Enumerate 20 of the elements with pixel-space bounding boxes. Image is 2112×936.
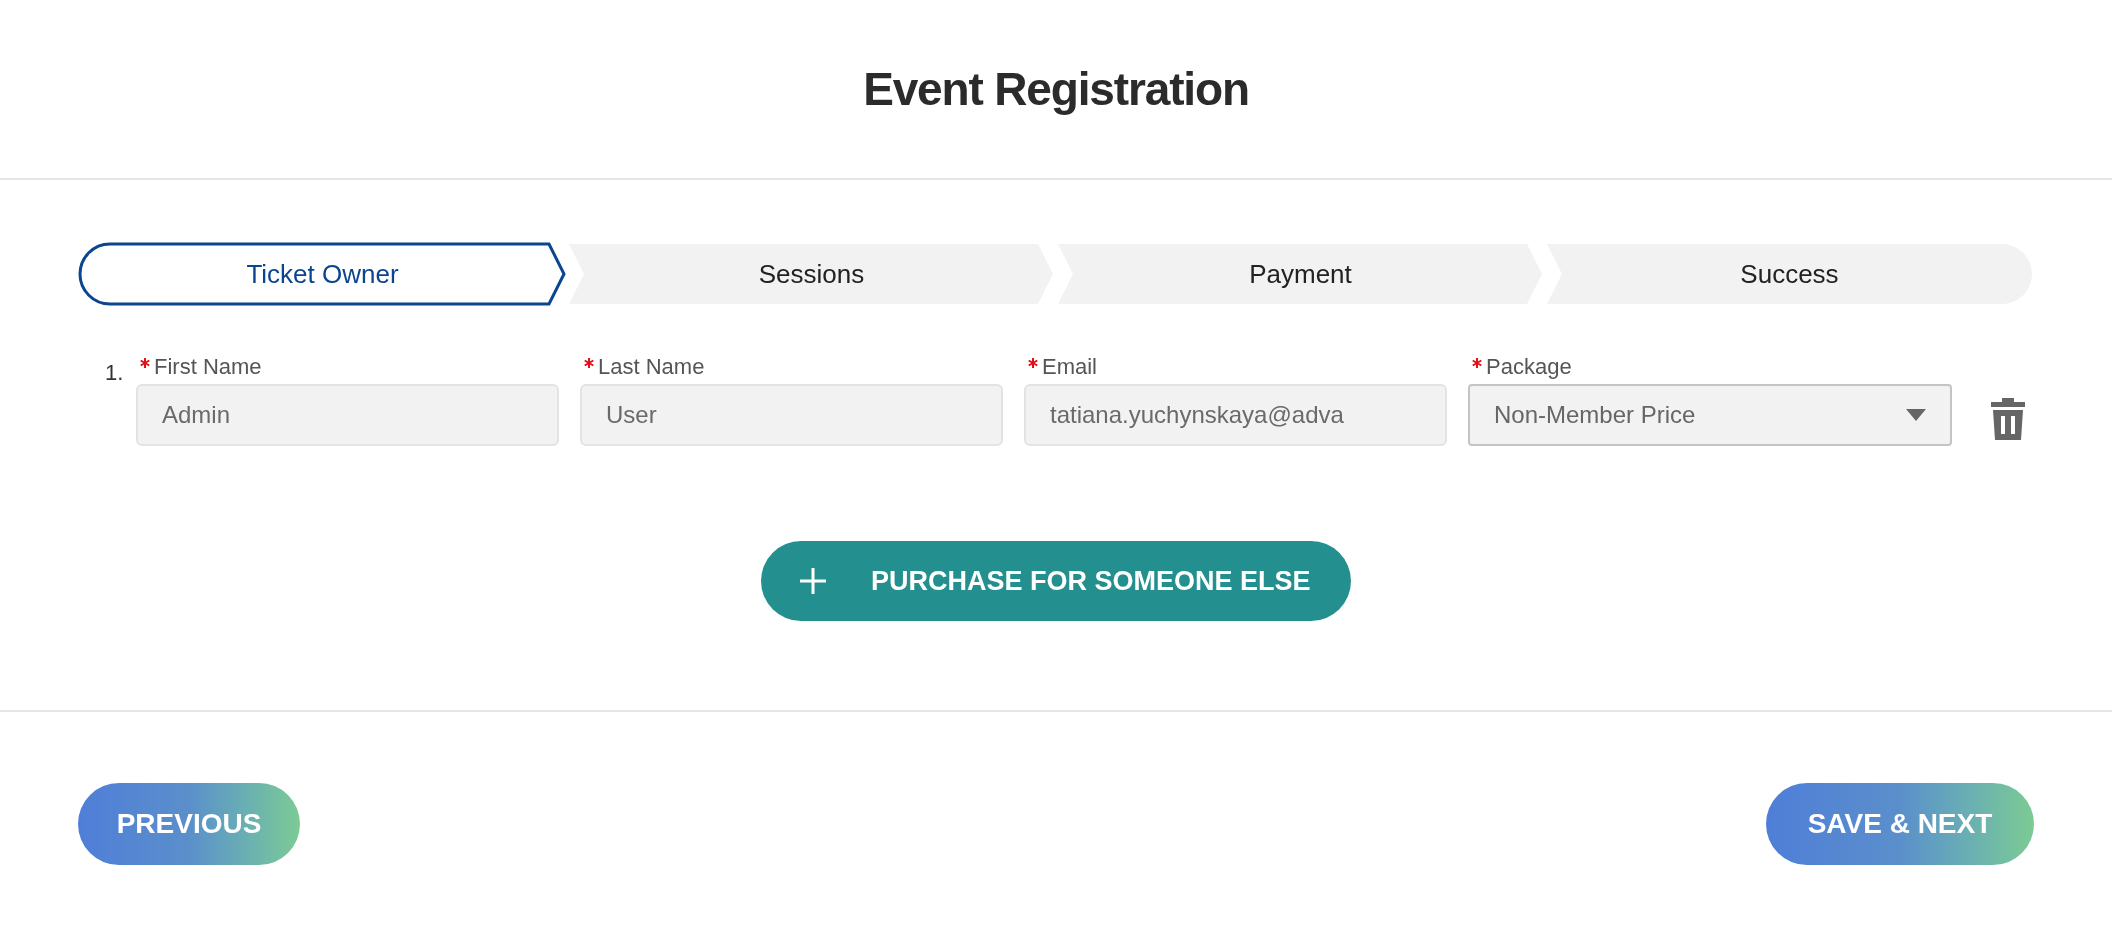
purchase-for-someone-else-button[interactable]: PURCHASE FOR SOMEONE ELSE	[761, 541, 1351, 621]
field-label: Email	[1042, 354, 1097, 380]
field-label: Package	[1486, 354, 1572, 380]
plus-icon	[799, 567, 827, 595]
package-dropdown[interactable]: Non-Member Price	[1468, 384, 1952, 446]
step-tab[interactable]: Sessions	[567, 242, 1056, 306]
input-field[interactable]: User	[580, 384, 1003, 446]
input-field[interactable]: Admin	[136, 384, 559, 446]
input-field[interactable]: tatiana.yuchynskaya@adva	[1024, 384, 1447, 446]
save-and-next-button[interactable]: SAVE & NEXT	[1766, 783, 2034, 865]
previous-button[interactable]: PREVIOUS	[78, 783, 300, 865]
row-number: 1.	[104, 359, 125, 387]
step-tab[interactable]: Success	[1545, 242, 2034, 306]
field-label: First Name	[154, 354, 262, 380]
caret-icon	[1906, 409, 1926, 421]
step-tab[interactable]: Ticket Owner	[78, 242, 567, 306]
step-tab[interactable]: Payment	[1056, 242, 1545, 306]
delete-icon[interactable]	[1990, 397, 2026, 441]
page-title: Event Registration	[863, 61, 1249, 117]
field-label: Last Name	[598, 354, 705, 380]
